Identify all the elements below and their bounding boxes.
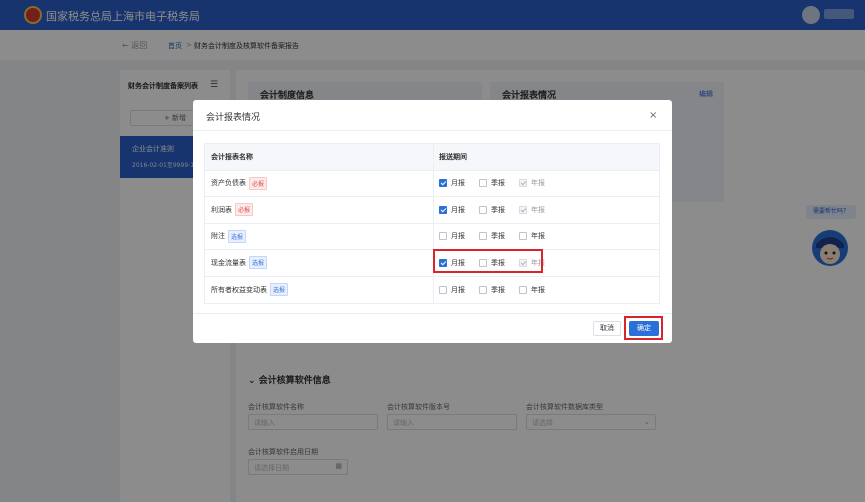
- checkbox[interactable]: [519, 285, 527, 294]
- table-row: 利润表 必报 月报 季报 年报: [205, 197, 659, 224]
- cancel-button[interactable]: 取消: [593, 321, 621, 336]
- checkbox-label: 月报: [451, 179, 465, 188]
- report-name: 所有者权益变动表: [211, 285, 267, 294]
- report-name: 资产负债表: [211, 179, 246, 188]
- modal-title: 会计报表情况: [206, 113, 261, 123]
- report-table: 会计报表名称 报送期间 资产负债表 必报 月报 季报 年报 利润表 必报 月报 季报 年报 附注 选报…: [204, 143, 660, 304]
- report-tag: 必报: [249, 176, 268, 190]
- period-option: 年报: [519, 205, 545, 215]
- checkbox: [519, 205, 527, 214]
- close-icon[interactable]: ×: [649, 110, 657, 121]
- checkbox[interactable]: [439, 205, 447, 214]
- table-row: 所有者权益变动表 选报 月报 季报 年报: [205, 276, 659, 303]
- period-option[interactable]: 季报: [479, 231, 505, 241]
- checkbox-label: 年报: [531, 179, 545, 188]
- checkbox-label: 季报: [491, 232, 505, 241]
- checkbox[interactable]: [479, 285, 487, 294]
- checkbox: [519, 179, 527, 188]
- period-option: 年报: [519, 178, 545, 188]
- period-option[interactable]: 年报: [519, 231, 545, 241]
- checkbox-label: 月报: [451, 285, 465, 294]
- column-header-name: 会计报表名称: [211, 152, 253, 161]
- table-row: 现金流量表 选报 月报 季报 年报: [205, 250, 659, 277]
- checkbox-label: 季报: [491, 179, 505, 188]
- period-option[interactable]: 月报: [439, 231, 465, 241]
- checkbox-label: 年报: [531, 232, 545, 241]
- checkbox[interactable]: [479, 205, 487, 214]
- table-row: 附注 选报 月报 季报 年报: [205, 223, 659, 250]
- report-tag: 选报: [228, 229, 247, 243]
- report-tag: 选报: [249, 256, 268, 270]
- period-option[interactable]: 月报: [439, 205, 465, 215]
- column-header-period: 报送期间: [439, 152, 467, 161]
- checkbox[interactable]: [439, 232, 447, 241]
- report-status-modal: 会计报表情况 × 会计报表名称 报送期间 资产负债表 必报 月报 季报 年报 利润表 必报月…: [193, 100, 672, 343]
- checkbox-label: 年报: [531, 205, 545, 214]
- highlight-box-cash-flow-options: [433, 249, 543, 273]
- report-tag: 选报: [270, 283, 289, 297]
- checkbox[interactable]: [519, 232, 527, 241]
- modal-divider: [193, 130, 672, 131]
- report-name: 附注: [211, 232, 225, 241]
- table-header: 会计报表名称 报送期间: [205, 144, 659, 171]
- period-option[interactable]: 季报: [479, 178, 505, 188]
- period-option[interactable]: 月报: [439, 285, 465, 295]
- highlight-box-confirm-button: [624, 316, 663, 340]
- checkbox[interactable]: [439, 179, 447, 188]
- checkbox-label: 年报: [531, 285, 545, 294]
- period-option[interactable]: 月报: [439, 178, 465, 188]
- report-name: 利润表: [211, 205, 232, 214]
- report-tag: 必报: [235, 203, 254, 217]
- period-option[interactable]: 季报: [479, 285, 505, 295]
- checkbox-label: 季报: [491, 285, 505, 294]
- checkbox-label: 月报: [451, 232, 465, 241]
- checkbox[interactable]: [479, 232, 487, 241]
- checkbox-label: 季报: [491, 205, 505, 214]
- footer-divider: [193, 313, 672, 314]
- table-row: 资产负债表 必报 月报 季报 年报: [205, 170, 659, 197]
- checkbox[interactable]: [479, 179, 487, 188]
- checkbox-label: 月报: [451, 205, 465, 214]
- period-option[interactable]: 季报: [479, 205, 505, 215]
- checkbox[interactable]: [439, 285, 447, 294]
- period-option[interactable]: 年报: [519, 285, 545, 295]
- report-name: 现金流量表: [211, 258, 246, 267]
